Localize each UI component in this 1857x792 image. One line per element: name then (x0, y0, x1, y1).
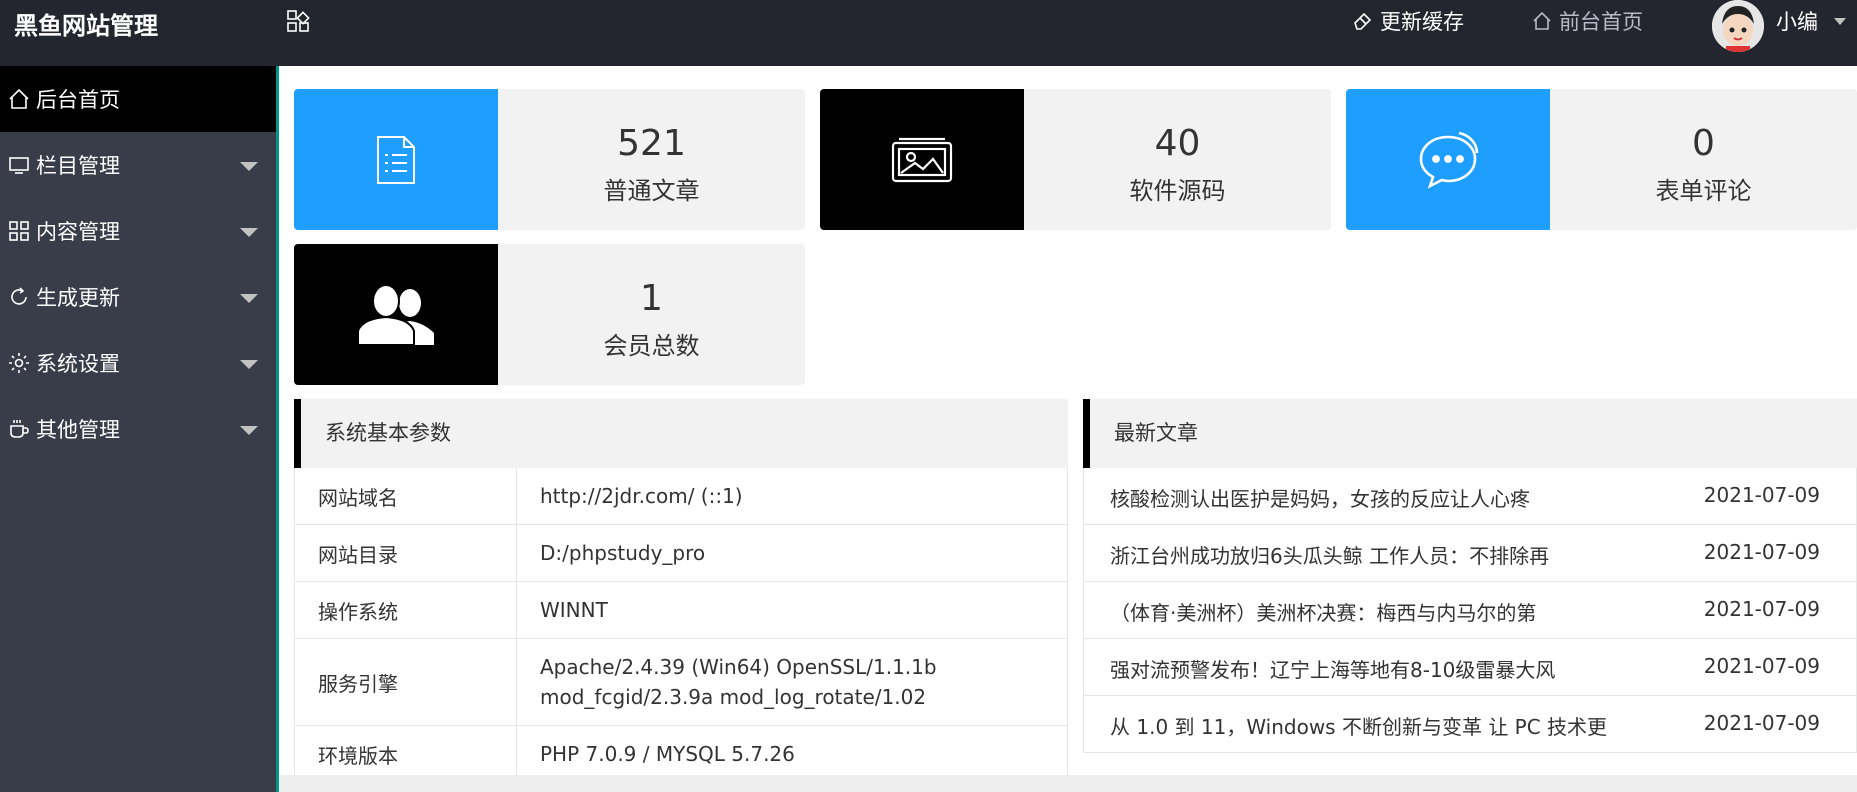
sidebar-item-label: 内容管理 (36, 220, 120, 244)
article-date: 2021-07-09 (1703, 711, 1820, 735)
chevron-down-icon[interactable] (1834, 18, 1846, 26)
article-date: 2021-07-09 (1703, 654, 1820, 678)
row-key: 服务引擎 (295, 639, 517, 725)
avatar-image (1712, 0, 1764, 52)
caret-down-icon (240, 426, 258, 435)
caret-down-icon (240, 294, 258, 303)
stat-label: 会员总数 (603, 332, 700, 360)
panel-title: 最新文章 (1083, 399, 1857, 468)
caret-down-icon (240, 228, 258, 237)
chat-icon (1346, 89, 1550, 230)
table-row: 网站目录 D:/phpstudy_pro (295, 525, 1067, 582)
eraser-icon (1354, 12, 1372, 30)
articles-list: 核酸检测认出医护是妈妈，女孩的反应让人心疼 2021-07-09 浙江台州成功放… (1083, 468, 1857, 753)
sidebar-item-columns[interactable]: 栏目管理 (0, 132, 276, 198)
table-row: 操作系统 WINNT (295, 582, 1067, 639)
update-cache-label: 更新缓存 (1380, 10, 1464, 34)
main-top-strip (279, 66, 1857, 74)
sidebar-item-generate[interactable]: 生成更新 (0, 264, 276, 330)
caret-down-icon (240, 360, 258, 369)
list-item[interactable]: （体育·美洲杯）美洲杯决赛：梅西与内马尔的第 2021-07-09 (1084, 582, 1856, 639)
article-title[interactable]: 从 1.0 到 11，Windows 不断创新与变革 让 PC 技术更 (1110, 711, 1630, 740)
article-title[interactable]: 浙江台州成功放归6头瓜头鲸 工作人员：不排除再 (1110, 540, 1630, 569)
site-logo[interactable]: 黑鱼网站管理 (14, 6, 158, 41)
frontend-home-label: 前台首页 (1559, 10, 1643, 34)
stat-label: 普通文章 (603, 177, 700, 205)
row-key: 环境版本 (295, 726, 517, 782)
table-row: 服务引擎 Apache/2.4.39 (Win64) OpenSSL/1.1.1… (295, 639, 1067, 726)
sidebar-item-content[interactable]: 内容管理 (0, 198, 276, 264)
cup-icon (6, 416, 32, 442)
gear-icon (6, 350, 32, 376)
system-info-panel: 系统基本参数 网站域名 http://2jdr.com/ (::1) 网站目录 … (294, 399, 1068, 783)
stat-label: 软件源码 (1129, 177, 1226, 205)
sidebar: 后台首页 栏目管理 内容管理 生成更新 系统设置 其他管理 (0, 66, 276, 792)
stat-value: 1 (640, 278, 663, 319)
sidebar-item-label: 后台首页 (36, 88, 120, 112)
table-row: 网站域名 http://2jdr.com/ (::1) (295, 468, 1067, 525)
row-value: D:/phpstudy_pro (540, 541, 706, 565)
row-value: PHP 7.0.9 / MYSQL 5.7.26 (540, 742, 795, 766)
stat-card-comments[interactable]: 0 表单评论 (1346, 89, 1857, 230)
article-title[interactable]: （体育·美洲杯）美洲杯决赛：梅西与内马尔的第 (1110, 597, 1630, 626)
stat-value: 0 (1692, 123, 1715, 164)
frontend-home-link[interactable]: 前台首页 (1531, 6, 1643, 36)
refresh-icon (6, 284, 32, 310)
sidebar-item-label: 其他管理 (36, 418, 120, 442)
sidebar-item-settings[interactable]: 系统设置 (0, 330, 276, 396)
article-title[interactable]: 强对流预警发布！辽宁上海等地有8-10级雷暴大风 (1110, 654, 1630, 683)
stat-card-software[interactable]: 40 软件源码 (820, 89, 1331, 230)
sidebar-edge (276, 66, 279, 792)
row-key: 操作系统 (295, 582, 517, 638)
home-icon (1533, 11, 1551, 30)
stat-value: 40 (1154, 123, 1201, 164)
list-item[interactable]: 核酸检测认出医护是妈妈，女孩的反应让人心疼 2021-07-09 (1084, 468, 1856, 525)
article-date: 2021-07-09 (1703, 597, 1820, 621)
caret-down-icon (240, 162, 258, 171)
username[interactable]: 小编 (1776, 6, 1818, 36)
list-item[interactable]: 从 1.0 到 11，Windows 不断创新与变革 让 PC 技术更 2021… (1084, 696, 1856, 753)
row-value: WINNT (540, 598, 608, 622)
top-header: 黑鱼网站管理 更新缓存 前台首页 小编 (0, 0, 1857, 66)
monitor-icon (6, 152, 32, 178)
row-key: 网站目录 (295, 525, 517, 581)
latest-articles-panel: 最新文章 核酸检测认出医护是妈妈，女孩的反应让人心疼 2021-07-09 浙江… (1083, 399, 1857, 779)
menu-toggle-icon[interactable] (285, 8, 311, 34)
update-cache-link[interactable]: 更新缓存 (1352, 6, 1464, 36)
grid-icon (6, 218, 32, 244)
system-info-table: 网站域名 http://2jdr.com/ (::1) 网站目录 D:/phps… (294, 468, 1068, 783)
users-icon (294, 244, 498, 385)
horizontal-scrollbar[interactable] (279, 775, 1857, 792)
sidebar-item-label: 系统设置 (36, 352, 120, 376)
article-title[interactable]: 核酸检测认出医护是妈妈，女孩的反应让人心疼 (1110, 483, 1630, 512)
article-date: 2021-07-09 (1703, 540, 1820, 564)
row-value: Apache/2.4.39 (Win64) OpenSSL/1.1.1b mod… (540, 655, 937, 709)
document-icon (294, 89, 498, 230)
sidebar-item-label: 生成更新 (36, 286, 120, 310)
stat-card-articles[interactable]: 521 普通文章 (294, 89, 805, 230)
stat-label: 表单评论 (1655, 177, 1752, 205)
sidebar-item-other[interactable]: 其他管理 (0, 396, 276, 462)
row-value: http://2jdr.com/ (::1) (540, 484, 743, 508)
home-icon (6, 86, 32, 112)
image-icon (820, 89, 1024, 230)
stat-value: 521 (617, 123, 686, 164)
stat-card-members[interactable]: 1 会员总数 (294, 244, 805, 385)
article-date: 2021-07-09 (1703, 483, 1820, 507)
avatar[interactable] (1712, 0, 1764, 52)
sidebar-item-label: 栏目管理 (36, 154, 120, 178)
list-item[interactable]: 浙江台州成功放归6头瓜头鲸 工作人员：不排除再 2021-07-09 (1084, 525, 1856, 582)
row-key: 网站域名 (295, 468, 517, 524)
sidebar-item-dashboard[interactable]: 后台首页 (0, 66, 276, 132)
panel-title: 系统基本参数 (294, 399, 1068, 468)
list-item[interactable]: 强对流预警发布！辽宁上海等地有8-10级雷暴大风 2021-07-09 (1084, 639, 1856, 696)
